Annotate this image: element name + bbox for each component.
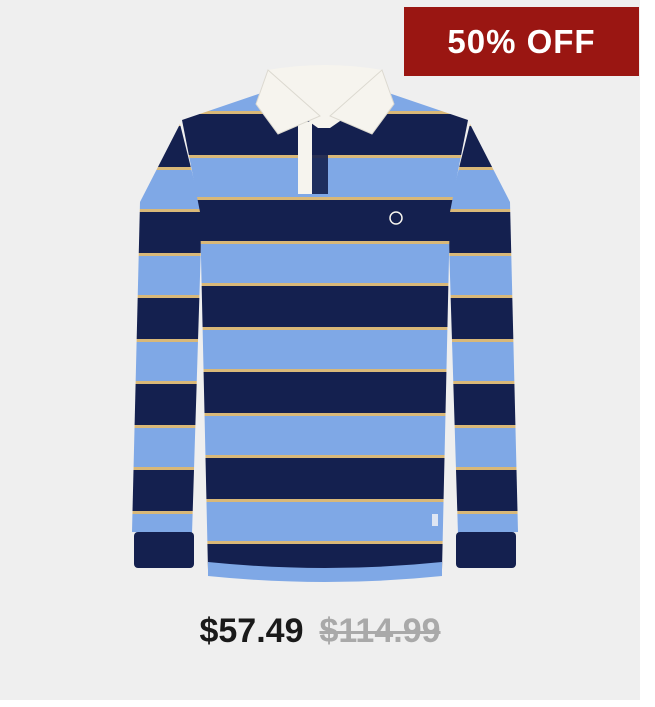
discount-badge-label: 50% OFF <box>447 22 596 60</box>
product-card[interactable]: 50% OFF $57.49 $114.99 <box>0 0 640 700</box>
original-price: $114.99 <box>319 612 441 650</box>
product-image[interactable] <box>120 62 530 592</box>
left-cuff <box>134 532 194 568</box>
page-margin <box>640 0 655 707</box>
right-cuff <box>456 532 516 568</box>
price-row: $57.49 $114.99 <box>0 612 640 651</box>
sale-price: $57.49 <box>199 612 304 650</box>
